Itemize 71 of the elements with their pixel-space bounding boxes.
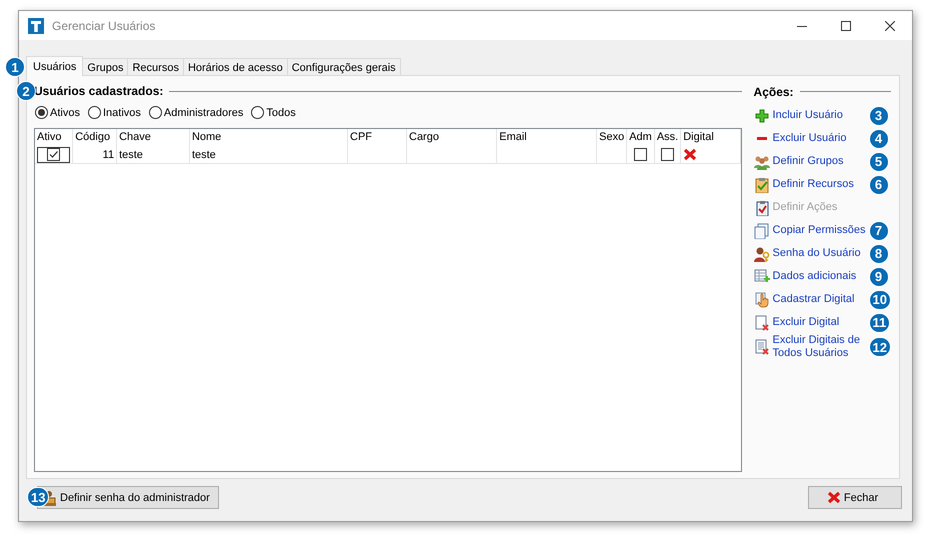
- column-header: Adm: [626, 128, 654, 147]
- callout-badge: 6: [868, 174, 889, 194]
- table-cell: teste: [189, 146, 348, 164]
- page-x-icon: [754, 314, 770, 330]
- table-cell: 11: [72, 146, 117, 164]
- action-link[interactable]: Definir Grupos: [754, 154, 866, 170]
- column-header: Cargo: [406, 128, 497, 147]
- action-link[interactable]: Excluir Usuário: [754, 132, 866, 145]
- callout-badge: 12: [868, 337, 891, 357]
- tab[interactable]: Grupos: [82, 58, 128, 75]
- action-link[interactable]: Excluir Digital: [754, 314, 866, 330]
- table-plus-icon: [754, 268, 770, 284]
- checkbox[interactable]: [634, 148, 647, 162]
- maximize-icon[interactable]: [841, 20, 851, 30]
- copy-icon: [754, 222, 770, 238]
- action-link[interactable]: Excluir Digitais de Todos Usuários: [754, 334, 866, 360]
- column-header: Ass.: [654, 128, 681, 147]
- callout-badge: 7: [868, 220, 889, 240]
- action-link[interactable]: Dados adicionais: [754, 268, 866, 284]
- cross-icon: [683, 148, 698, 162]
- callout-badge: 8: [868, 244, 889, 264]
- callout-badge: 2: [16, 81, 36, 101]
- callout-badge: 10: [868, 290, 891, 310]
- filter-radio[interactable]: Todos: [251, 106, 296, 120]
- column-header: Email: [496, 128, 597, 147]
- action-link[interactable]: Incluir Usuário: [754, 108, 866, 122]
- plus-icon: [754, 108, 769, 122]
- callout-badge: 13: [27, 487, 50, 507]
- close-icon[interactable]: [885, 20, 895, 30]
- callout-badge: 4: [868, 128, 889, 148]
- column-header: Ativo: [35, 128, 73, 147]
- table-cell: teste: [116, 146, 190, 164]
- callout-badge: 11: [868, 312, 890, 332]
- tab[interactable]: Usuários: [26, 56, 84, 76]
- callout-badge: 1: [5, 57, 25, 77]
- action-link[interactable]: Cadastrar Digital: [754, 292, 866, 308]
- column-header: Digital: [680, 128, 740, 147]
- section-title: Usuários cadastrados:: [34, 84, 164, 98]
- checkbox[interactable]: [661, 148, 674, 162]
- column-header: Sexo: [596, 128, 627, 147]
- checkbox[interactable]: [47, 148, 60, 162]
- clipboard-check-icon: [754, 176, 770, 192]
- tab[interactable]: Configurações gerais: [286, 58, 401, 75]
- column-header: CPF: [348, 128, 406, 147]
- radio-circle[interactable]: [88, 106, 101, 120]
- radio-circle[interactable]: [251, 106, 264, 120]
- filter-radio[interactable]: Ativos: [35, 106, 80, 120]
- filter-radio[interactable]: Inativos: [88, 106, 141, 120]
- column-header: Código: [72, 128, 117, 147]
- minus-icon: [756, 137, 767, 140]
- section-title: Ações:: [754, 84, 794, 98]
- action-link[interactable]: Definir Recursos: [754, 176, 866, 192]
- cross-icon: [826, 491, 841, 504]
- callout-badge: 3: [868, 106, 889, 126]
- action-link[interactable]: Senha do Usuário: [754, 246, 866, 262]
- callout-badge: 5: [868, 152, 889, 172]
- filter-radio[interactable]: Administradores: [148, 106, 244, 120]
- close-button[interactable]: Fechar: [808, 486, 902, 509]
- radio-circle[interactable]: [148, 106, 162, 120]
- people-icon: [754, 154, 770, 170]
- person-key-icon: [754, 246, 770, 262]
- pages-x-icon: [754, 339, 770, 355]
- callout-badge: 9: [868, 266, 889, 286]
- clipboard-icon: [754, 200, 770, 216]
- column-header: Chave: [116, 128, 190, 147]
- column-header: Nome: [189, 128, 348, 147]
- window-title: Gerenciar Usuários: [52, 18, 156, 32]
- hand-icon: [754, 292, 770, 308]
- action-link[interactable]: Copiar Permissões: [754, 222, 866, 238]
- radio-circle[interactable]: [35, 106, 48, 120]
- app-logo-icon: [28, 18, 44, 34]
